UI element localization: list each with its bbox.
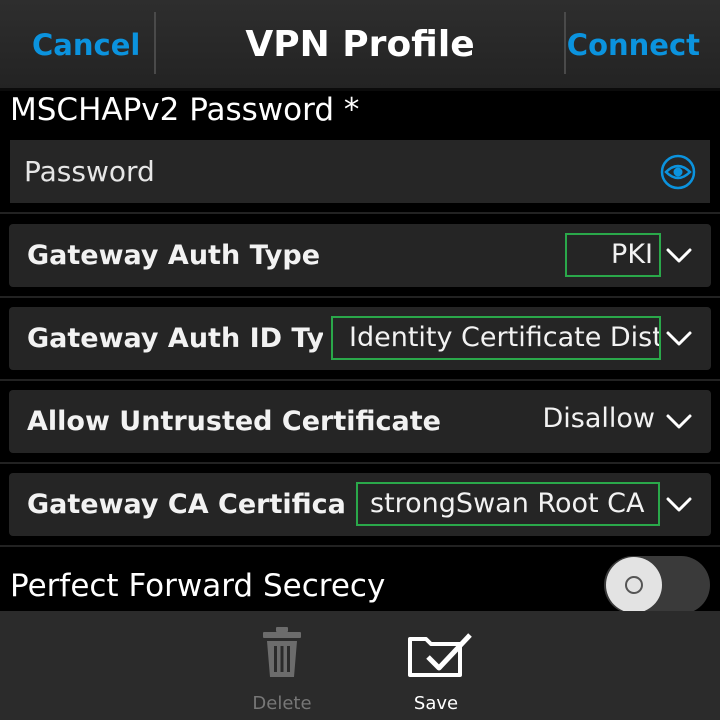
- dropdown-label: Gateway CA Certificate: [27, 489, 345, 520]
- gateway-ca-certificate-dropdown[interactable]: Gateway CA Certificate strongSwan Root C…: [9, 473, 711, 536]
- title-divider-right: [564, 12, 566, 74]
- divider: [0, 379, 720, 381]
- divider: [0, 212, 720, 214]
- pfs-label: Perfect Forward Secrecy: [10, 568, 386, 604]
- dropdown-value: Disallow: [542, 403, 655, 434]
- divider: [0, 462, 720, 464]
- title-bar: Cancel VPN Profile Connect: [0, 0, 720, 91]
- save-button[interactable]: Save: [386, 611, 486, 720]
- divider: [0, 545, 720, 547]
- toggle-knob: [606, 557, 662, 613]
- toggle-off-icon: [625, 576, 643, 594]
- dropdown-label: Gateway Auth ID Type: [27, 323, 323, 354]
- chevron-down-icon: [666, 248, 692, 263]
- connect-button[interactable]: Connect: [567, 0, 700, 88]
- password-field-container: [10, 140, 710, 203]
- delete-button[interactable]: Delete: [232, 611, 332, 720]
- dropdown-value: Identity Certificate Distinguished Name: [331, 316, 661, 360]
- dropdown-value: strongSwan Root CA: [356, 482, 660, 526]
- dropdown-label: Allow Untrusted Certificate: [27, 406, 441, 437]
- divider: [0, 296, 720, 298]
- allow-untrusted-certificate-dropdown[interactable]: Allow Untrusted Certificate Disallow: [9, 390, 711, 453]
- folder-check-icon: [408, 633, 472, 677]
- eye-icon[interactable]: [660, 154, 696, 190]
- chevron-down-icon: [666, 331, 692, 346]
- action-bar: Delete Save: [0, 611, 720, 720]
- dropdown-value: PKI: [565, 233, 661, 277]
- save-label: Save: [413, 693, 459, 714]
- delete-label: Delete: [252, 693, 312, 714]
- password-input[interactable]: [10, 140, 630, 203]
- password-label: MSCHAPv2 Password *: [10, 92, 360, 128]
- gateway-auth-type-dropdown[interactable]: Gateway Auth Type PKI: [9, 224, 711, 287]
- dropdown-label: Gateway Auth Type: [27, 240, 321, 271]
- chevron-down-icon: [666, 497, 692, 512]
- pfs-toggle[interactable]: [604, 556, 710, 614]
- trash-icon: [263, 627, 301, 677]
- gateway-auth-id-type-dropdown[interactable]: Gateway Auth ID Type Identity Certificat…: [9, 307, 711, 370]
- chevron-down-icon: [666, 414, 692, 429]
